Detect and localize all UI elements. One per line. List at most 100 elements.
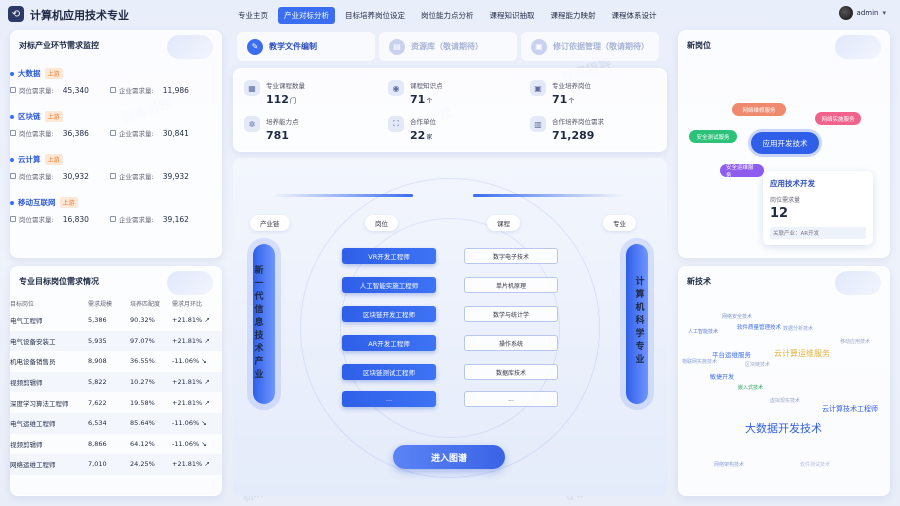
stat-label: 培养能力点 bbox=[266, 118, 299, 126]
column-header[interactable]: 目标岗位 bbox=[10, 296, 88, 310]
job-node[interactable]: ... bbox=[342, 391, 436, 407]
job-bubble[interactable]: 网络实施服务 bbox=[815, 112, 861, 125]
column-header[interactable]: 需求规模 bbox=[88, 296, 130, 310]
job-node[interactable]: VR开发工程师 bbox=[342, 248, 436, 264]
course-node[interactable]: ... bbox=[464, 391, 558, 407]
tech-word[interactable]: 平台运维服务 bbox=[712, 349, 751, 359]
logo-icon[interactable]: ⟲ bbox=[8, 6, 24, 22]
stat-label: 合作培养岗位需求 bbox=[552, 118, 604, 126]
course-node[interactable]: 单片机原理 bbox=[464, 277, 558, 293]
trend-up-icon: ↗ bbox=[204, 398, 210, 407]
stage-badge: 上游 bbox=[44, 154, 63, 165]
trend-up-icon: ↗ bbox=[204, 460, 210, 469]
tech-word[interactable]: 软件质量管理技术 bbox=[737, 323, 781, 331]
tech-word[interactable]: 网络安全技术 bbox=[722, 313, 752, 320]
tech-word[interactable]: 虚拟现实技术 bbox=[770, 397, 800, 404]
job-demand-value: 16,830 bbox=[62, 214, 89, 224]
tech-word[interactable]: 网络架构技术 bbox=[714, 461, 744, 468]
stat-partner-job-demand: ▥ 合作培养岗位需求 71,289 bbox=[530, 116, 604, 142]
avatar[interactable] bbox=[838, 6, 853, 20]
job-node[interactable]: 人工智能实施工程师 bbox=[342, 277, 436, 293]
stat-unit: 门 bbox=[289, 98, 296, 105]
stat-value: 71 bbox=[410, 93, 426, 106]
job-node[interactable]: 区块链测试工程师 bbox=[342, 364, 436, 380]
document-icon: ✎ bbox=[247, 38, 263, 55]
nav-course-knowledge[interactable]: 课程知识抽取 bbox=[484, 7, 541, 24]
job-node[interactable]: 区块链开发工程师 bbox=[342, 306, 436, 322]
building-icon bbox=[110, 130, 116, 136]
table-row[interactable]: 视频剪辑师 5,822 10.27% +21.81% ↗ bbox=[10, 371, 222, 393]
nav-target-jobs[interactable]: 目标培养岗位设定 bbox=[339, 7, 411, 24]
table-row[interactable]: 网络运维工程师 7,010 24.25% +21.81% ↗ bbox=[10, 454, 222, 475]
table-row[interactable]: 视频剪辑师 8,866 64.12% -11.06% ↘ bbox=[10, 434, 222, 455]
tab-revision-basis[interactable]: ▣ 修订依据管理（敬请期待） bbox=[521, 32, 659, 61]
panel-title: 新岗位 bbox=[687, 41, 711, 50]
bullet-icon bbox=[10, 114, 14, 119]
cell-scale: 7,622 bbox=[88, 398, 107, 407]
column-header[interactable]: 需求月环比 bbox=[172, 296, 222, 310]
table-row[interactable]: 电气运维工程师 6,534 85.64% -11.06% ↘ bbox=[10, 412, 222, 434]
tech-word[interactable]: 区块链技术 bbox=[745, 361, 770, 368]
industry-name: 云计算 bbox=[18, 155, 41, 164]
industry-item[interactable]: 云计算 上游 岗位需求量: 30,932 企业需求量: 39,932 bbox=[10, 154, 210, 181]
stat-knowledge-points: ◉ 课程知识点 71个 bbox=[388, 80, 443, 106]
course-node[interactable]: 数据库技术 bbox=[464, 364, 558, 380]
cell-match: 24.25% bbox=[130, 454, 172, 475]
cloud-icon bbox=[167, 271, 213, 295]
brain-icon: ◉ bbox=[388, 80, 404, 96]
industry-item[interactable]: 区块链 上游 岗位需求量: 36,386 企业需求量: 30,841 bbox=[10, 111, 210, 138]
column-header[interactable]: 培养匹配度 bbox=[130, 296, 172, 310]
cell-match: 90.32% bbox=[130, 316, 155, 325]
table-row[interactable]: 电气设备安装工 5,935 97.07% +21.81% ↗ bbox=[10, 330, 222, 352]
stat-unit: 个 bbox=[568, 98, 575, 105]
stat-partners: ⛶ 合作单位 22家 bbox=[388, 116, 436, 142]
course-node[interactable]: 数学与统计学 bbox=[464, 306, 558, 322]
enter-graph-button[interactable]: 进入图谱 bbox=[393, 445, 505, 469]
stat-label: 合作单位 bbox=[410, 118, 436, 126]
cell-scale: 8,866 bbox=[88, 439, 107, 448]
tech-word[interactable]: 敏捷开发 bbox=[710, 372, 734, 381]
tab-teaching-docs[interactable]: ✎ 教学文件编制 bbox=[237, 32, 375, 61]
industry-item[interactable]: 大数据 上游 岗位需求量: 45,340 企业需求量: 11,986 bbox=[10, 68, 210, 95]
job-node[interactable]: AR开发工程师 bbox=[342, 335, 436, 351]
stat-label: 专业课程数量 bbox=[266, 82, 305, 90]
cell-scale: 7,010 bbox=[88, 454, 130, 475]
cell-job: 网络运维工程师 bbox=[10, 454, 88, 475]
cell-scale: 5,935 bbox=[88, 330, 130, 352]
job-bubble[interactable]: 安全运维服务 bbox=[720, 164, 764, 179]
nav-job-ability[interactable]: 岗位能力点分析 bbox=[415, 7, 480, 24]
tech-word[interactable]: 人工智能技术 bbox=[688, 328, 718, 335]
stage-badge: 上游 bbox=[59, 197, 78, 208]
tech-word[interactable]: 云计算运维服务 bbox=[774, 348, 830, 359]
chevron-down-icon: ▾ bbox=[882, 9, 886, 17]
tech-word[interactable]: 物联网实施技术 bbox=[682, 358, 717, 365]
nav-industry-analysis[interactable]: 产业对标分析 bbox=[278, 7, 335, 24]
tech-word[interactable]: 大数据开发技术 bbox=[745, 420, 822, 436]
table-row[interactable]: 电气工程师 5,386 90.32% +21.81% ↗ bbox=[10, 310, 222, 331]
nav-home[interactable]: 专业主页 bbox=[232, 7, 274, 24]
tech-word[interactable]: 移动应用技术 bbox=[840, 338, 870, 345]
job-bubble-selected[interactable]: 应用开发技术 bbox=[751, 132, 819, 154]
job-demand-label: 岗位需求量: bbox=[19, 216, 54, 224]
stat-value: 71,289 bbox=[552, 129, 595, 142]
tech-word[interactable]: 软件测试技术 bbox=[800, 461, 830, 468]
job-bubble[interactable]: 安全测试服务 bbox=[689, 130, 737, 143]
nav-course-design[interactable]: 课程体系设计 bbox=[606, 7, 663, 24]
course-node[interactable]: 数字电子技术 bbox=[464, 248, 558, 264]
top-bar: ⟲ 计算机应用技术专业 专业主页 产业对标分析 目标培养岗位设定 岗位能力点分析… bbox=[0, 0, 900, 28]
job-bubble[interactable]: 网络维修服务 bbox=[732, 103, 786, 116]
table-row[interactable]: 深度学习算法工程师 7,622 19.58% +21.81% ↗ bbox=[10, 392, 222, 413]
tech-word[interactable]: 云计算技术工程师 bbox=[822, 404, 878, 414]
course-node[interactable]: 操作系统 bbox=[464, 335, 558, 351]
major-pillar-label: 计算机科学专业 bbox=[635, 277, 645, 365]
table-row[interactable]: 机电设备销售员 8,908 36.55% -11.06% ↘ bbox=[10, 351, 222, 372]
nav-course-mapping[interactable]: 课程能力映射 bbox=[545, 7, 602, 24]
stat-label: 课程知识点 bbox=[410, 82, 443, 90]
enterprise-demand-value: 30,841 bbox=[162, 128, 189, 138]
tech-word[interactable]: 数据分析技术 bbox=[783, 325, 813, 332]
tab-resource-library[interactable]: ▤ 资源库（敬请期待） bbox=[379, 32, 517, 61]
tech-word[interactable]: 嵌入式技术 bbox=[738, 384, 763, 391]
user-menu[interactable]: admin ▾ bbox=[838, 6, 886, 20]
cell-mom: +21.81% bbox=[172, 398, 203, 407]
industry-item[interactable]: 移动互联网 上游 岗位需求量: 16,830 企业需求量: 39,162 bbox=[10, 197, 210, 224]
